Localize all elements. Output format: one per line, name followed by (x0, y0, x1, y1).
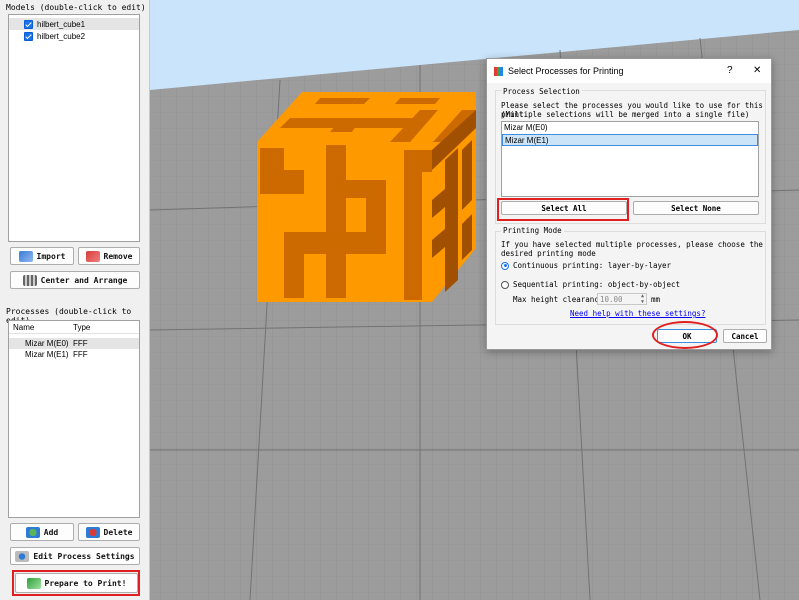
import-icon (18, 250, 33, 262)
sequential-radio-row[interactable]: Sequential printing: object-by-object (501, 280, 680, 289)
edit-process-settings-button[interactable]: Edit Process Settings (10, 547, 140, 565)
printing-mode-info: If you have selected multiple processes,… (501, 240, 763, 249)
model-item[interactable]: hilbert_cube2 (9, 30, 139, 42)
process-list-item[interactable]: Mizar M(E1) (502, 134, 758, 146)
printing-mode-info-2: desired printing mode (501, 249, 596, 258)
remove-button[interactable]: Remove (78, 247, 140, 265)
app-icon (494, 66, 503, 76)
max-height-label: Max height clearance (513, 295, 604, 304)
center-arrange-button[interactable]: Center and Arrange (10, 271, 140, 289)
help-settings-link[interactable]: Need help with these settings? (570, 309, 705, 318)
close-icon[interactable]: ✕ (753, 65, 761, 76)
settings-icon (15, 550, 30, 562)
radio-unselected-icon[interactable] (501, 280, 509, 289)
model-item[interactable]: hilbert_cube1 (9, 18, 139, 30)
cancel-button[interactable]: Cancel (723, 329, 767, 343)
delete-icon (85, 526, 100, 538)
left-panel: Models (double-click to edit) hilbert_cu… (0, 0, 150, 600)
dialog-titlebar[interactable]: Select Processes for Printing ? ✕ (487, 59, 771, 83)
radio-selected-icon[interactable] (501, 261, 509, 270)
import-button[interactable]: Import (10, 247, 74, 265)
highlight-select-all (497, 198, 629, 221)
table-row[interactable]: Mizar M(E0) FFF (9, 338, 139, 349)
max-height-spinbox[interactable]: 10.00 ▲ ▼ (597, 293, 647, 305)
spin-arrows-icon[interactable]: ▲ ▼ (641, 293, 646, 305)
models-list[interactable]: hilbert_cube1 hilbert_cube2 (8, 14, 140, 242)
processes-table-header: Name Type (9, 321, 139, 334)
max-height-unit: mm (651, 295, 661, 304)
process-list-item[interactable]: Mizar M(E0) (502, 122, 758, 134)
processes-table[interactable]: Name Type Mizar M(E0) FFF Mizar M(E1) FF… (8, 320, 140, 518)
select-processes-dialog: Select Processes for Printing ? ✕ Proces… (486, 58, 772, 350)
continuous-radio-row[interactable]: Continuous printing: layer-by-layer (501, 261, 671, 270)
hilbert-cube-model (257, 92, 476, 302)
process-selection-title: Process Selection (501, 87, 582, 96)
checkbox-checked-icon[interactable] (24, 19, 33, 29)
model-item-label: hilbert_cube1 (37, 19, 86, 29)
process-listbox[interactable]: Mizar M(E0) Mizar M(E1) (501, 121, 759, 197)
highlight-prepare (12, 570, 140, 596)
help-icon[interactable]: ? (727, 65, 733, 76)
center-arrange-icon (22, 274, 37, 286)
process-instructions-note: (Multiple selections will be merged into… (501, 110, 750, 119)
remove-icon (85, 250, 100, 262)
model-item-label: hilbert_cube2 (37, 31, 86, 41)
printing-mode-title: Printing Mode (501, 226, 564, 235)
add-icon (25, 526, 40, 538)
add-process-button[interactable]: Add (10, 523, 74, 541)
table-row[interactable]: Mizar M(E1) FFF (9, 349, 139, 360)
models-group-title: Models (double-click to edit) (6, 3, 146, 12)
select-none-button[interactable]: Select None (633, 201, 759, 215)
checkbox-checked-icon[interactable] (24, 31, 33, 41)
delete-process-button[interactable]: Delete (78, 523, 140, 541)
dialog-title: Select Processes for Printing (508, 66, 624, 76)
highlight-ok (652, 321, 718, 349)
